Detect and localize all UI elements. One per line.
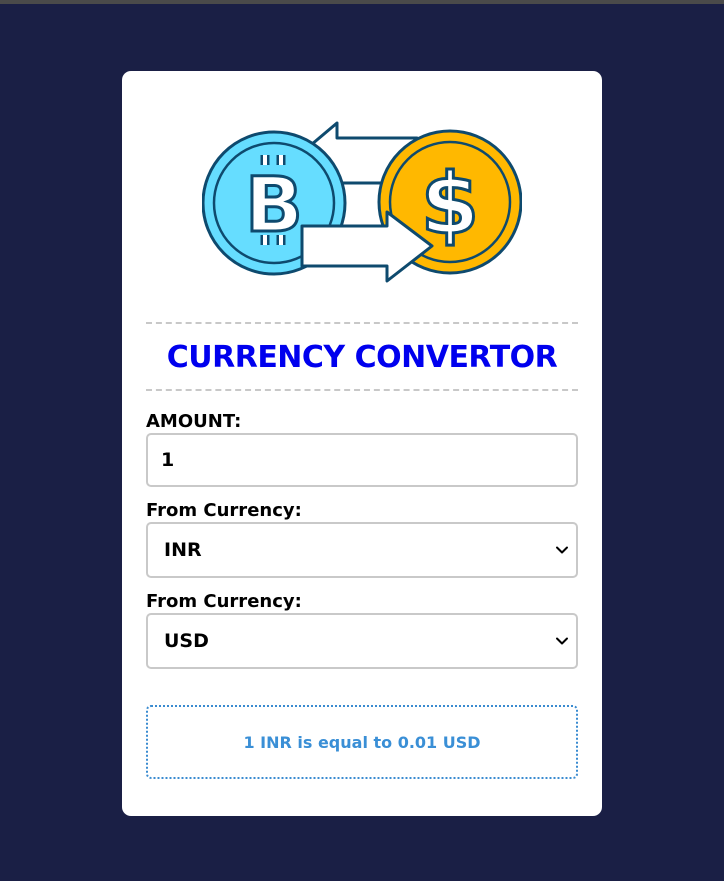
amount-input[interactable]: 1 — [146, 433, 578, 487]
amount-value: 1 — [161, 449, 175, 471]
bitcoin-symbol: B — [245, 160, 303, 249]
amount-label: AMOUNT: — [146, 411, 242, 432]
to-currency-value: USD — [164, 630, 209, 652]
conversion-result-box: 1 INR is equal to 0.01 USD — [146, 705, 578, 779]
title-divider-top — [146, 322, 578, 324]
conversion-result-text: 1 INR is equal to 0.01 USD — [243, 732, 481, 752]
chevron-down-icon — [556, 546, 568, 554]
dollar-symbol: $ — [421, 155, 479, 253]
from-currency-select[interactable]: INR — [146, 522, 578, 578]
to-currency-label: From Currency: — [146, 591, 302, 612]
window-top-bar — [0, 0, 724, 4]
to-currency-select[interactable]: USD — [146, 613, 578, 669]
converter-card: B $ CURRENCY CONVERTOR AMOUNT: 1 From Cu… — [122, 71, 602, 816]
title-divider-bottom — [146, 389, 578, 391]
currency-exchange-logo-icon: B $ — [202, 121, 522, 283]
from-currency-label: From Currency: — [146, 500, 302, 521]
chevron-down-icon — [556, 637, 568, 645]
from-currency-value: INR — [164, 539, 202, 561]
page-title: CURRENCY CONVERTOR — [166, 340, 558, 375]
